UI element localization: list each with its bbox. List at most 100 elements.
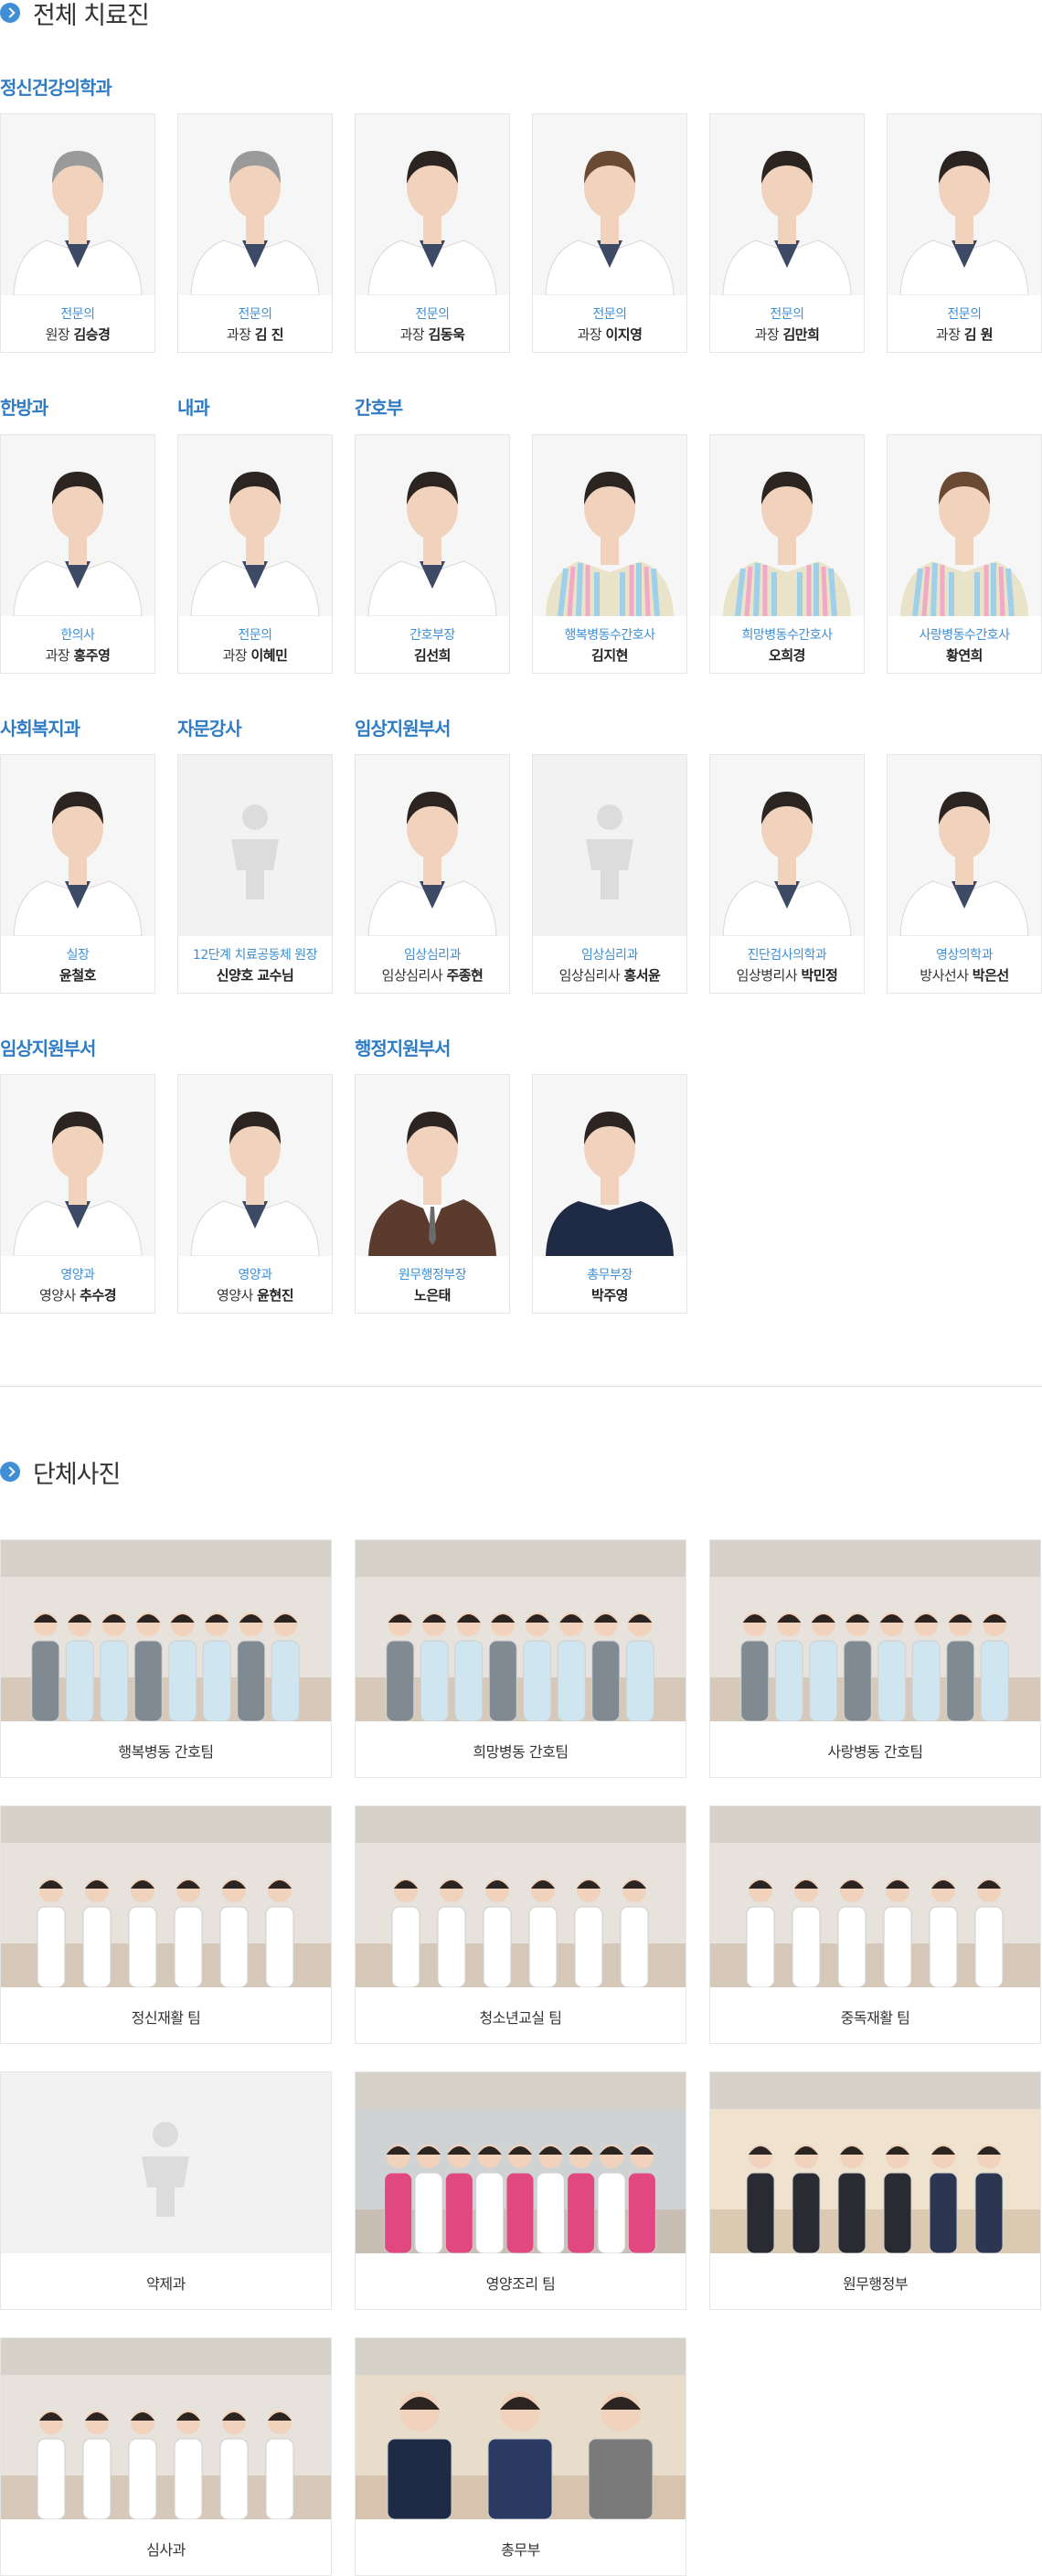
staff-name: 이혜민: [250, 647, 288, 664]
staff-role: 전문의: [238, 307, 272, 322]
group-photo-card: 청소년교실 팀: [355, 1805, 686, 2044]
staff-role: 영양과: [60, 1268, 95, 1283]
staff-name: 윤철호: [59, 967, 96, 984]
group-photo-label: 약제과: [146, 2275, 186, 2293]
staff-name: 김 진: [254, 326, 284, 343]
staff-photo: [533, 1075, 686, 1256]
group-photo-card: 심사과: [0, 2337, 332, 2576]
placeholder-group-icon: [1, 2072, 331, 2253]
staff-section-title-text: 전체 치료진: [33, 1, 150, 30]
staff-name-line: 황연희: [888, 645, 1041, 665]
group-photo: [1, 1540, 331, 1721]
staff-portrait-image: [356, 114, 509, 295]
staff-name-line: 원장 김승경: [1, 325, 154, 344]
staff-photo: [1, 1075, 154, 1256]
staff-role: 전문의: [592, 307, 627, 322]
staff-role: 전문의: [770, 307, 804, 322]
staff-photo: [533, 114, 686, 295]
staff-name-line: 박주영: [533, 1285, 686, 1304]
group-photo-label: 총무부: [501, 2541, 540, 2559]
staff-role: 전문의: [415, 307, 450, 322]
staff-role: 간호부장: [409, 628, 455, 643]
staff-name: 홍주영: [73, 647, 111, 664]
staff-name: 박민정: [801, 967, 838, 984]
group-photo-image: [356, 1806, 686, 1987]
staff-portrait-image: [178, 435, 332, 616]
staff-portrait-image: [1, 435, 154, 616]
staff-card: 한의사 과장 홍주영: [0, 434, 155, 674]
group-photo-card: 원무행정부: [709, 2071, 1041, 2310]
staff-portrait-image: [710, 114, 864, 295]
staff-title-prefix: 임상병리사: [736, 967, 798, 984]
staff-name-line: 과장 김 원: [888, 325, 1041, 344]
group-photo: [1, 2072, 331, 2253]
staff-card: 원무행정부장 노은태: [355, 1074, 510, 1314]
staff-portrait-image: [356, 755, 509, 936]
staff-card: 영상의학과 방사선사 박은선: [887, 754, 1042, 994]
staff-name: 신양호 교수님: [216, 967, 294, 984]
staff-role: 사랑병동수간호사: [919, 628, 1010, 643]
staff-card: 간호부장김선희: [355, 434, 510, 674]
staff-name-line: 영양사 추수경: [1, 1285, 154, 1304]
staff-name-line: 과장 김만희: [710, 325, 864, 344]
staff-photo: [178, 114, 332, 295]
group-photo-label: 희망병동 간호팀: [473, 1743, 569, 1761]
staff-role: 실장: [66, 948, 90, 963]
staff-role: 영양과: [238, 1268, 272, 1283]
staff-role: 전문의: [60, 307, 95, 322]
group-photo: [356, 1806, 686, 1987]
group-photo-image: [356, 2338, 686, 2519]
staff-card: 전문의과장 김 진: [177, 113, 333, 353]
chevron-right-icon: [0, 3, 20, 23]
staff-card: 전문의과장 김만희: [709, 113, 865, 353]
staff-name: 황연희: [946, 647, 983, 664]
staff-portrait-image: [710, 435, 864, 616]
group-photo: [356, 1540, 686, 1721]
staff-name-line: 과장 홍주영: [1, 645, 154, 665]
group-photo-label: 행복병동 간호팀: [118, 1743, 214, 1761]
staff-title-prefix: 과장: [45, 647, 70, 664]
group-photo-card: 총무부: [355, 2337, 686, 2576]
group-photo: [710, 2072, 1040, 2253]
staff-portrait-image: [533, 1075, 686, 1256]
staff-portrait-image: [356, 1075, 509, 1256]
staff-portrait-image: [1, 114, 154, 295]
group-photo-image: [356, 2072, 686, 2253]
staff-portrait-image: [533, 435, 686, 616]
section-divider: [0, 1386, 1042, 1387]
staff-title-prefix: 과장: [226, 326, 251, 343]
staff-photo: [888, 114, 1041, 295]
staff-card: 행복병동수간호사 김지현: [532, 434, 687, 674]
staff-photo: [888, 435, 1041, 616]
group-photo-image: [710, 1540, 1040, 1721]
staff-photo: [178, 435, 332, 616]
staff-name-line: 김선희: [356, 645, 509, 665]
dept-label-nursing: 간호부: [355, 397, 403, 419]
staff-portrait-image: [1, 755, 154, 936]
staff-photo: [356, 114, 509, 295]
staff-photo: [710, 755, 864, 936]
staff-role: 진단검사의학과: [747, 948, 827, 963]
staff-photo: [1, 114, 154, 295]
staff-name-line: 임상병리사 박민정: [710, 965, 864, 985]
group-photo-image: [356, 1540, 686, 1721]
staff-name-line: 노은태: [356, 1285, 509, 1304]
staff-title-prefix: 과장: [935, 326, 961, 343]
group-photo-card: 정신재활 팀: [0, 1805, 332, 2044]
dept-label-oriental-medicine: 한방과: [0, 397, 48, 419]
group-photo-label: 중독재활 팀: [840, 2009, 910, 2027]
staff-card: 영양과 영양사 윤현진: [177, 1074, 333, 1314]
staff-role: 행복병동수간호사: [564, 628, 655, 643]
staff-card: 전문의 과장 이혜민: [177, 434, 333, 674]
staff-role: 전문의: [238, 628, 272, 643]
staff-photo: [710, 114, 864, 295]
group-photo-label: 심사과: [146, 2541, 186, 2559]
staff-role: 영상의학과: [936, 948, 993, 963]
staff-name: 이지영: [605, 326, 643, 343]
group-photo: [356, 2072, 686, 2253]
staff-card: 영양과영양사 추수경: [0, 1074, 155, 1314]
staff-card: 임상심리과 임상심리사 주종현: [355, 754, 510, 994]
staff-section-title: 전체 치료진: [0, 0, 150, 30]
staff-title-prefix: 임상심리사: [558, 967, 621, 984]
group-photo-image: [1, 1806, 331, 1987]
